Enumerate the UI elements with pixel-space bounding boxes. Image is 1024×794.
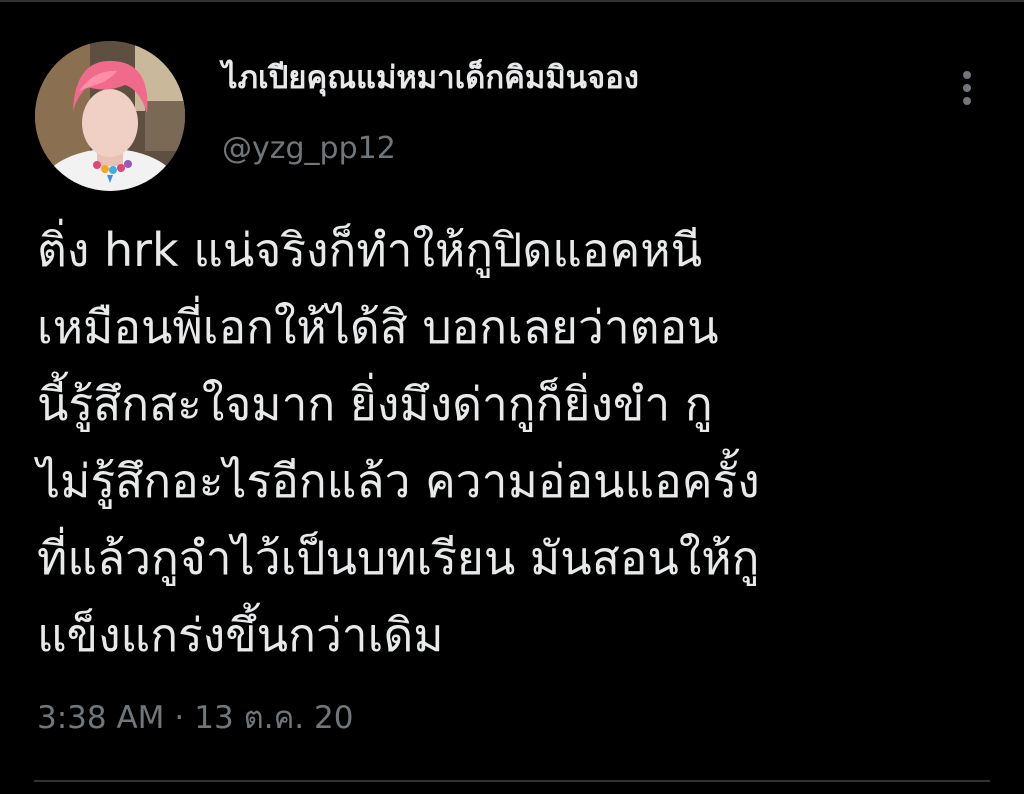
top-divider bbox=[0, 0, 1024, 2]
tweet-timestamp[interactable]: 3:38 AM · 13 ต.ค. 20 bbox=[37, 700, 353, 737]
bottom-divider bbox=[34, 780, 990, 782]
more-vertical-icon bbox=[963, 71, 971, 105]
tweet-date: 13 ต.ค. 20 bbox=[194, 700, 354, 736]
tweet-text: ติ่ง hrk แน่จริงก็ทำให้กูปิดแอคหนี เหมือ… bbox=[37, 223, 760, 662]
author-display-name[interactable]: ไภเปียคุณแม่หมาเด็กคิมมินจอง bbox=[222, 60, 639, 97]
tweet-time: 3:38 AM bbox=[37, 700, 165, 736]
author-handle[interactable]: @yzg_pp12 bbox=[222, 131, 396, 167]
avatar[interactable] bbox=[35, 41, 185, 191]
avatar-image bbox=[35, 41, 185, 191]
timestamp-separator: · bbox=[174, 700, 185, 736]
more-options-button[interactable] bbox=[948, 66, 986, 110]
